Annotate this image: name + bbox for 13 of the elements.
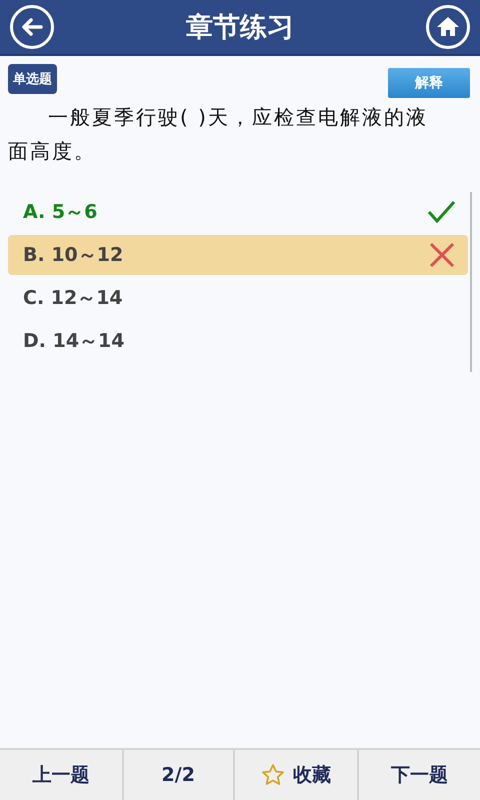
home-button[interactable] (426, 5, 470, 49)
answer-option[interactable]: A. 5～6 (8, 192, 468, 232)
star-icon (260, 763, 285, 787)
answer-option[interactable]: C. 12～14 (8, 278, 468, 318)
question-type-tag: 单选题 (8, 64, 57, 94)
check-icon (426, 199, 456, 225)
question-text: 一般夏季行驶( )天，应检查电解液的液面高度。 (8, 104, 429, 165)
header-title: 章节练习 (186, 11, 294, 45)
cross-icon (428, 242, 456, 268)
answer-option[interactable]: B. 10～12 (8, 235, 468, 275)
answer-option[interactable]: D. 14～14 (8, 321, 468, 361)
favorite-label: 收藏 (292, 763, 331, 788)
back-button[interactable] (10, 5, 54, 49)
